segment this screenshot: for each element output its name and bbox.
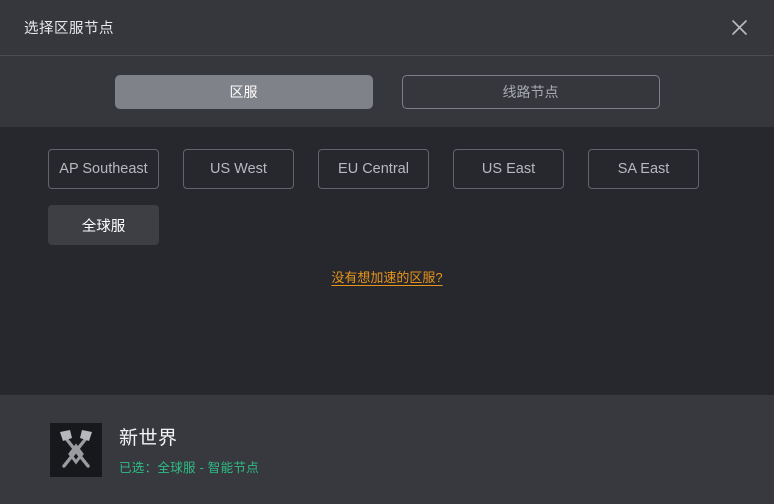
- region-label: SA East: [617, 161, 670, 177]
- dialog-titlebar: 选择区服节点: [0, 0, 774, 56]
- game-meta: 新世界 已选：全球服 - 智能节点: [119, 423, 259, 476]
- server-node-dialog: 选择区服节点 区服 线路节点 AP Southeast US West EU C…: [0, 0, 774, 504]
- region-ap-southeast[interactable]: AP Southeast: [48, 149, 159, 189]
- close-icon: [731, 19, 748, 36]
- tab-route-nodes-label: 线路节点: [502, 83, 559, 100]
- game-name: 新世界: [119, 428, 178, 449]
- selected-game-footer: 新世界 已选：全球服 - 智能节点: [0, 395, 774, 504]
- selection-status: 已选：全球服 - 智能节点: [119, 461, 260, 475]
- region-us-east[interactable]: US East: [453, 149, 564, 189]
- region-label: 全球服: [81, 218, 126, 235]
- mode-tabbar: 区服 线路节点: [0, 56, 774, 127]
- region-label: EU Central: [338, 161, 409, 177]
- tab-route-nodes[interactable]: 线路节点: [401, 74, 660, 109]
- no-region-help-link[interactable]: 没有想加速的区服?: [331, 267, 442, 286]
- region-global[interactable]: 全球服: [48, 205, 159, 245]
- help-link-row: 没有想加速的区服?: [0, 267, 774, 286]
- region-us-west[interactable]: US West: [183, 149, 294, 189]
- close-button[interactable]: [722, 11, 756, 45]
- dialog-title: 选择区服节点: [24, 21, 114, 37]
- region-eu-central[interactable]: EU Central: [318, 149, 429, 189]
- region-list: AP Southeast US West EU Central US East …: [0, 149, 774, 245]
- region-content: AP Southeast US West EU Central US East …: [0, 127, 774, 395]
- region-label: US West: [210, 161, 267, 177]
- crossed-axes-icon: [50, 422, 102, 477]
- tab-servers-label: 区服: [229, 83, 258, 100]
- region-label: AP Southeast: [59, 161, 148, 177]
- region-sa-east[interactable]: SA East: [588, 149, 699, 189]
- region-label: US East: [481, 161, 536, 177]
- tab-servers[interactable]: 区服: [114, 74, 373, 109]
